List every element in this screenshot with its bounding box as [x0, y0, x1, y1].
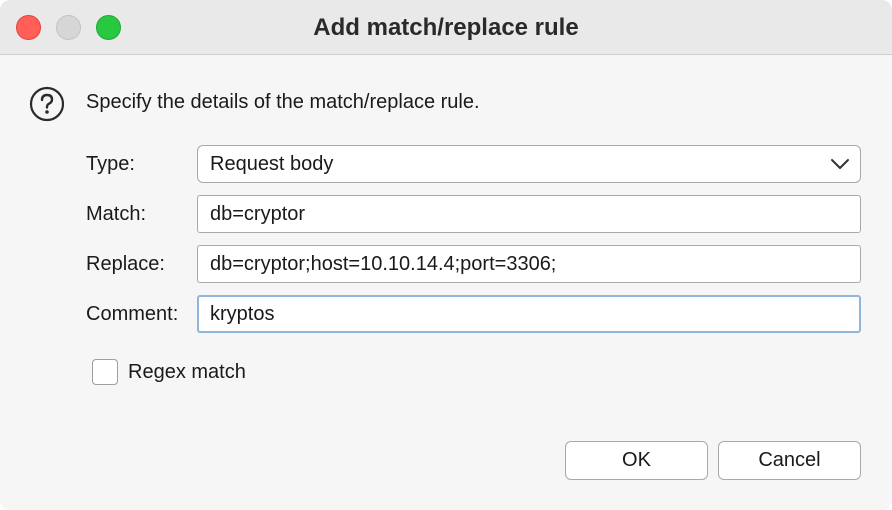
- window-title: Add match/replace rule: [313, 14, 579, 41]
- dialog-window: Add match/replace rule Specify the detai…: [0, 0, 892, 510]
- regex-match-checkbox[interactable]: [92, 359, 118, 385]
- replace-label: Replace:: [86, 253, 165, 275]
- ok-button[interactable]: OK: [565, 441, 708, 480]
- replace-input[interactable]: db=cryptor;host=10.10.14.4;port=3306;: [197, 245, 861, 283]
- question-circle-icon: [29, 86, 65, 122]
- type-label: Type:: [86, 153, 135, 175]
- comment-label: Comment:: [86, 303, 179, 325]
- instruction-text: Specify the details of the match/replace…: [86, 91, 480, 113]
- chevron-down-icon: [831, 159, 849, 169]
- comment-input[interactable]: kryptos: [197, 295, 861, 333]
- cancel-button[interactable]: Cancel: [718, 441, 861, 480]
- match-input[interactable]: db=cryptor: [197, 195, 861, 233]
- type-select-value: Request body: [210, 153, 334, 175]
- match-label: Match:: [86, 203, 147, 225]
- title-bar: Add match/replace rule: [0, 0, 892, 55]
- type-select[interactable]: Request body: [197, 145, 861, 183]
- regex-match-label[interactable]: Regex match: [128, 358, 246, 386]
